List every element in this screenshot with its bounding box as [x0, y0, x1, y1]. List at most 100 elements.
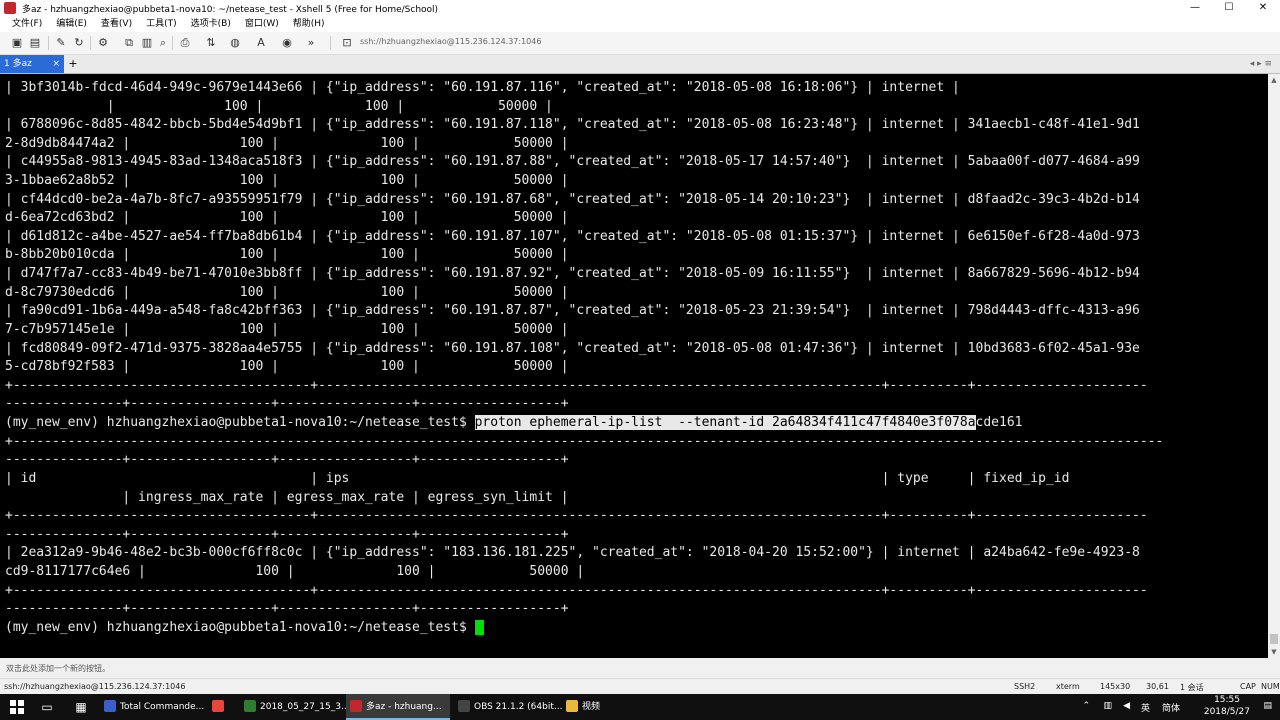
add-tab-button[interactable]: + — [66, 55, 80, 73]
scroll-up-icon[interactable]: ▲ — [1268, 74, 1280, 86]
terminal-line: | 2ea312a9-9b46-48e2-bc3b-000cf6ff8c0c |… — [5, 545, 1140, 560]
terminal-line: ---------------+------------------+-----… — [5, 601, 569, 616]
menu-view[interactable]: 查看(V) — [101, 16, 132, 32]
open-folder-icon[interactable]: ▤ — [28, 36, 42, 50]
close-button[interactable]: ✕ — [1246, 0, 1280, 16]
task-label: 2018_05_27_15_3... — [260, 702, 350, 712]
tab-navigation-icons[interactable]: ◂ ▸ ≡ — [1250, 55, 1272, 73]
menu-tools[interactable]: 工具(T) — [146, 16, 177, 32]
menu-edit[interactable]: 编辑(E) — [56, 16, 87, 32]
task-view-icon[interactable]: ▭ — [38, 699, 56, 715]
terminal-line: | c44955a8-9813-4945-83ad-1348aca518f3 |… — [5, 154, 1140, 169]
menu-window[interactable]: 窗口(W) — [245, 16, 279, 32]
taskbar-obs[interactable]: OBS 21.1.2 (64bit... — [454, 694, 562, 720]
title-bar: 多az - hzhuangzhexiao@pubbeta1-nova10: ~/… — [0, 0, 1280, 16]
terminal-line: +--------------------------------------+… — [5, 378, 1148, 393]
tray-chevron-icon[interactable]: ⌃ — [1082, 701, 1090, 711]
terminal-area[interactable]: | 3bf3014b-fdcd-46d4-949c-9679e1443e66 |… — [0, 74, 1268, 658]
terminal-line: 7-c7b957145e1e | 100 | 100 | 50000 | — [5, 322, 569, 337]
scroll-thumb[interactable] — [1270, 634, 1278, 644]
status-cursor-position: 30,61 — [1146, 682, 1169, 691]
terminal-line: | d747f7a7-cc83-4b49-be71-47010e3bb8ff |… — [5, 266, 1140, 281]
ime-mode[interactable]: 简体 — [1162, 701, 1180, 714]
transfer-icon[interactable]: ⇅ — [204, 36, 218, 50]
terminal-line: ---------------+------------------+-----… — [5, 452, 569, 467]
globe-icon[interactable]: ◍ — [228, 36, 242, 50]
tab-bar: 1 多az × + ◂ ▸ ≡ — [0, 55, 1280, 74]
task-label: 视频 — [582, 702, 601, 712]
maximize-button[interactable]: ☐ — [1212, 0, 1246, 16]
print-icon[interactable]: ⎙ — [178, 36, 192, 50]
tab-session-1[interactable]: 1 多az × — [0, 55, 64, 73]
terminal-line: +--------------------------------------+… — [5, 508, 1148, 523]
status-terminal-type: xterm — [1056, 682, 1080, 691]
network-icon[interactable]: ▥ — [1103, 701, 1112, 711]
folder-icon — [244, 700, 256, 712]
properties-icon[interactable]: ✎ — [54, 36, 68, 50]
taskbar-total-commander[interactable]: Total Commande... — [100, 694, 206, 720]
toolbar-separator — [90, 36, 91, 50]
window-title: 多az - hzhuangzhexiao@pubbeta1-nova10: ~/… — [22, 5, 439, 15]
selected-command-text[interactable]: proton ephemeral-ip-list --tenant-id 2a6… — [474, 415, 976, 430]
find-icon[interactable]: ⌕ — [156, 36, 170, 50]
copy-icon[interactable]: ⧉ — [122, 36, 136, 50]
taskbar-folder[interactable]: 2018_05_27_15_3... — [240, 694, 350, 720]
more-icon[interactable]: » — [304, 36, 318, 50]
terminal-line: ---------------+------------------+-----… — [5, 527, 569, 542]
file-explorer-icon[interactable]: ▦ — [72, 699, 90, 715]
status-caps: CAP — [1240, 682, 1256, 691]
video-folder-icon — [566, 700, 578, 712]
terminal-line: b-8bb20b010cda | 100 | 100 | 50000 | — [5, 247, 569, 262]
taskbar-xshell[interactable]: 多az - hzhuang... — [346, 694, 450, 720]
tab-close-icon[interactable]: × — [52, 55, 60, 73]
settings-icon[interactable]: ⚙ — [96, 36, 110, 50]
windows-taskbar: ▭ ▦ Total Commande... 2018_05_27_15_3...… — [0, 694, 1280, 720]
clock-date[interactable]: 2018/5/27 — [1204, 707, 1250, 717]
reconnect-icon[interactable]: ↻ — [72, 36, 86, 50]
taskbar-video-folder[interactable]: 视频 — [562, 694, 632, 720]
status-connection: ssh://hzhuangzhexiao@115.236.124.37:1046 — [4, 682, 186, 691]
menu-help[interactable]: 帮助(H) — [293, 16, 325, 32]
terminal-line: +---------------------------------------… — [5, 434, 1164, 449]
windows-start-icon[interactable] — [10, 700, 24, 714]
shell-prompt: (my_new_env) hzhuangzhexiao@pubbeta1-nov… — [5, 620, 475, 635]
notification-icon[interactable]: ▤ — [1263, 701, 1272, 711]
toolbar-separator — [172, 36, 173, 50]
clock-time[interactable]: 15:55 — [1214, 695, 1240, 705]
font-icon[interactable]: A — [254, 36, 268, 50]
prompt-line: (my_new_env) hzhuangzhexiao@pubbeta1-nov… — [5, 619, 484, 637]
terminal-line: +--------------------------------------+… — [5, 583, 1148, 598]
task-label: Total Commande... — [120, 702, 205, 712]
ime-icon[interactable]: 英 — [1141, 701, 1150, 714]
paste-icon[interactable]: ▥ — [140, 36, 154, 50]
quick-button-bar[interactable]: 双击此处添加一个新的按钮。 — [0, 658, 1280, 678]
volume-icon[interactable]: ◀ — [1123, 701, 1130, 711]
terminal-line: 2-8d9db84474a2 | 100 | 100 | 50000 | — [5, 136, 569, 151]
terminal-line: | d61d812c-a4be-4527-ae54-ff7ba8db61b4 |… — [5, 229, 1140, 244]
terminal-cursor — [474, 620, 484, 635]
obs-icon — [458, 700, 470, 712]
terminal-line: d-8c79730edcd6 | 100 | 100 | 50000 | — [5, 285, 569, 300]
task-label: 多az - hzhuang... — [366, 702, 442, 712]
script-icon[interactable]: ◉ — [280, 36, 294, 50]
minimize-button[interactable]: — — [1178, 0, 1212, 16]
chrome-icon — [212, 700, 224, 712]
tab-label: 1 多az — [4, 59, 32, 69]
shell-prompt: (my_new_env) hzhuangzhexiao@pubbeta1-nov… — [5, 415, 475, 430]
menu-file[interactable]: 文件(F) — [12, 16, 42, 32]
toolbar-separator — [48, 36, 49, 50]
status-bar: ssh://hzhuangzhexiao@115.236.124.37:1046… — [0, 678, 1280, 695]
menu-tab[interactable]: 选项卡(B) — [191, 16, 231, 32]
menu-bar: 文件(F) 编辑(E) 查看(V) 工具(T) 选项卡(B) 窗口(W) 帮助(… — [0, 16, 1280, 32]
terminal-line: | fcd80849-09f2-471d-9375-3828aa4e5755 |… — [5, 341, 1140, 356]
xshell-app-icon — [4, 2, 16, 14]
terminal-scrollbar[interactable]: ▲ ▼ — [1268, 74, 1280, 658]
taskbar-chrome[interactable] — [208, 694, 238, 720]
table-header-line: | id | ips | type | fixed_ip_id — [5, 471, 1070, 486]
new-session-icon[interactable]: ▣ — [10, 36, 24, 50]
address-bar[interactable]: ssh://hzhuangzhexiao@115.236.124.37:1046 — [360, 37, 541, 46]
terminal-line: 5-cd78bf92f583 | 100 | 100 | 50000 | — [5, 359, 569, 374]
terminal-line: cd9-8117177c64e6 | 100 | 100 | 50000 | — [5, 564, 585, 579]
terminal-line: | 3bf3014b-fdcd-46d4-949c-9679e1443e66 |… — [5, 80, 960, 95]
scroll-down-icon[interactable]: ▼ — [1268, 646, 1280, 658]
